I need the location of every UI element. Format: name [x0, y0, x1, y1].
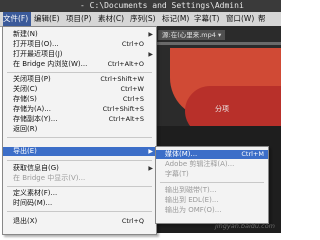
menu-title[interactable]: 字幕(T) — [194, 12, 219, 26]
menu-clip[interactable]: 素材(C) — [98, 12, 124, 26]
menu-item-save-copy[interactable]: 存储副本(Y)... Ctrl+Alt+S — [3, 115, 156, 124]
menu-item-get-properties[interactable]: 获取信息自(G) ▶ — [3, 164, 156, 173]
export-submenu: 媒体(M)... Ctrl+M Adobe 剪辑注释(A)... 字幕(T) 输… — [155, 146, 269, 224]
source-panel-tab[interactable]: 源:在(心里来.mp4 ▾ — [158, 30, 226, 40]
menu-marker[interactable]: 标记(M) — [162, 12, 189, 26]
menu-project[interactable]: 项目(P) — [66, 12, 91, 26]
menu-separator — [7, 160, 152, 161]
submenu-item-title[interactable]: 字幕(T) — [156, 170, 268, 179]
menu-item-save-as[interactable]: 存储为(A)... Ctrl+Shift+S — [3, 105, 156, 114]
menu-separator — [7, 186, 152, 187]
menu-item-close-project[interactable]: 关闭项目(P) Ctrl+Shift+W — [3, 75, 156, 84]
menu-item-reveal-in-bridge[interactable]: 在 Bridge 中显示(V)... — [3, 174, 156, 183]
menu-item-save[interactable]: 存储(S) Ctrl+S — [3, 95, 156, 104]
menu-sequence[interactable]: 序列(S) — [130, 12, 156, 26]
menu-item-open-recent[interactable]: 打开最近项目(J) ▶ — [3, 50, 156, 59]
menu-file[interactable]: 文件(F) — [3, 12, 31, 26]
menu-separator — [7, 72, 152, 73]
menu-window[interactable]: 窗口(W) — [226, 12, 254, 26]
submenu-item-adobe-clip-notes[interactable]: Adobe 剪辑注释(A)... — [156, 160, 268, 169]
menu-item-interpret-footage[interactable]: 定义素材(F)... — [3, 189, 156, 198]
submenu-item-media[interactable]: 媒体(M)... Ctrl+M — [156, 150, 268, 159]
menu-item-new[interactable]: 新建(N) ▶ — [3, 30, 156, 39]
menu-item-revert[interactable]: 返回(R) — [3, 125, 156, 134]
menu-separator — [7, 211, 152, 212]
panel-divider — [150, 42, 281, 45]
menu-item-browse-bridge[interactable]: 在 Bridge 内浏览(W)... Ctrl+Alt+O — [3, 60, 156, 69]
submenu-item-export-to-omf[interactable]: 输出为 OMF(O)... — [156, 206, 268, 215]
menu-separator — [7, 137, 152, 138]
submenu-arrow-icon: ▶ — [148, 148, 153, 155]
menu-item-exit[interactable]: 退出(X) Ctrl+Q — [3, 217, 156, 226]
submenu-arrow-icon: ▶ — [148, 165, 153, 172]
panel-partial-label: 分项 — [215, 105, 229, 113]
submenu-item-export-to-tape[interactable]: 输出到磁带(T)... — [156, 186, 268, 195]
file-menu-dropdown: 新建(N) ▶ 打开项目(O)... Ctrl+O 打开最近项目(J) ▶ 在 … — [2, 26, 157, 235]
menu-separator — [160, 182, 264, 183]
menu-item-open-project[interactable]: 打开项目(O)... Ctrl+O — [3, 40, 156, 49]
submenu-item-export-to-edl[interactable]: 输出到 EDL(E)... — [156, 196, 268, 205]
watermark-text: jingyan.baidu.com — [215, 222, 275, 230]
window-title: - C:\Documents and Settings\Admini — [80, 1, 244, 10]
submenu-arrow-icon: ▶ — [148, 31, 153, 38]
menu-help[interactable]: 帮 — [258, 12, 266, 26]
menu-item-timecode[interactable]: 时间码(M)... — [3, 199, 156, 208]
menu-bar: 文件(F) 编辑(E) 项目(P) 素材(C) 序列(S) 标记(M) 字幕(T… — [0, 12, 281, 27]
title-bar: - C:\Documents and Settings\Admini — [0, 0, 281, 12]
menu-item-export[interactable]: 导出(E) ▶ — [3, 147, 156, 156]
menu-item-close[interactable]: 关闭(C) Ctrl+W — [3, 85, 156, 94]
menu-edit[interactable]: 编辑(E) — [34, 12, 60, 26]
submenu-arrow-icon: ▶ — [148, 51, 153, 58]
